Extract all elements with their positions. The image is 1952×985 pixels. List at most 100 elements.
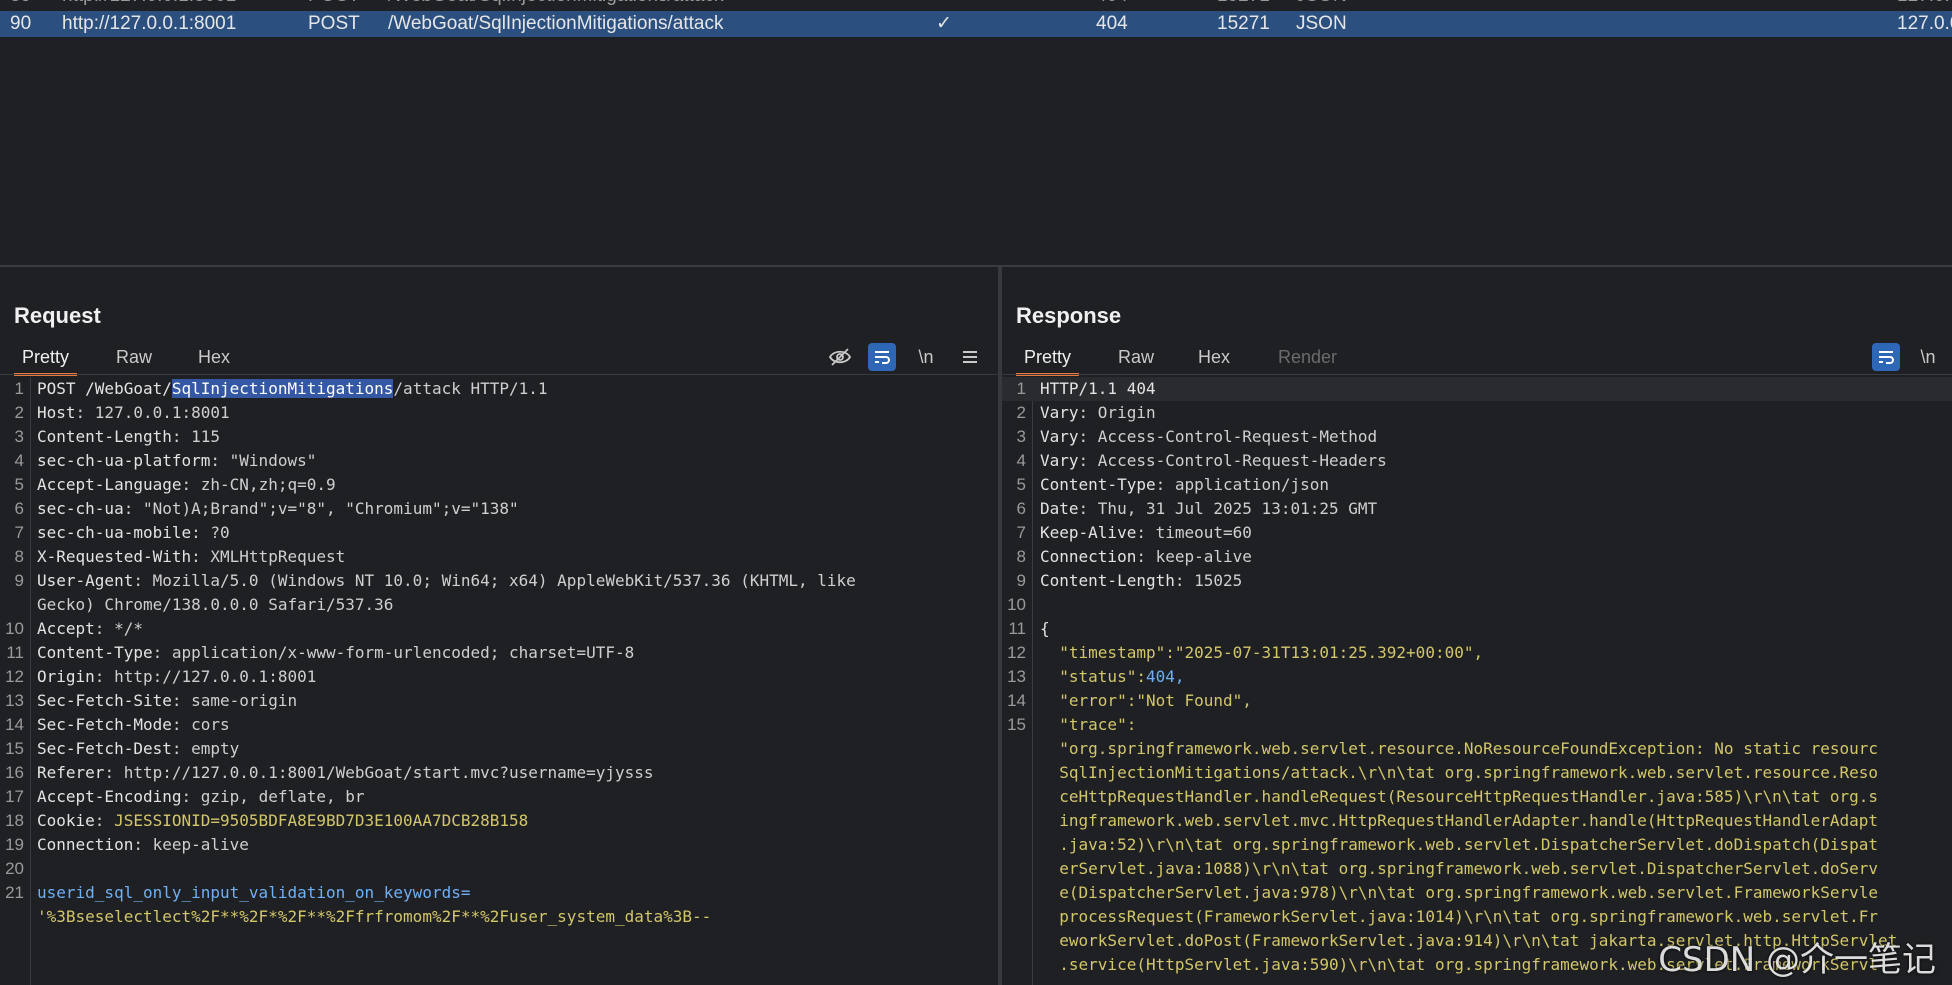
- token: : cors: [171, 715, 230, 734]
- line-number: 20: [5, 859, 24, 878]
- row-mime: JSON: [1296, 0, 1347, 8]
- tab-pretty[interactable]: Pretty: [1016, 341, 1080, 376]
- response-editor[interactable]: 1 HTTP/1.1 404 2 Vary: Origin 3 Vary: Access-…: [1002, 377, 1952, 985]
- token: Connection: [1040, 547, 1137, 566]
- line-text: Content-Length: 15025: [1040, 569, 1242, 593]
- token: Vary: [1040, 403, 1079, 422]
- code-line: 5 Content-Type: application/json: [1002, 473, 1952, 497]
- code-line: 11 Content-Type: application/x-www-form-u…: [0, 641, 998, 665]
- line-text: sec-ch-ua: "Not)A;Brand";v="8", "Chromiu…: [37, 497, 519, 521]
- token: Accept-Language: [37, 475, 182, 494]
- request-title: Request: [14, 303, 101, 328]
- code-line: 4 Vary: Access-Control-Request-Headers: [1002, 449, 1952, 473]
- wrap-icon[interactable]: [868, 343, 896, 371]
- token: : http://127.0.0.1:8001: [94, 667, 317, 686]
- tab-raw[interactable]: Raw: [108, 341, 160, 373]
- code-line: 4 sec-ch-ua-platform: "Windows": [0, 449, 998, 473]
- tab-pretty[interactable]: Pretty: [14, 341, 78, 376]
- code-line: processRequest(FrameworkServlet.java:101…: [1002, 905, 1952, 929]
- code-line: "org.springframework.web.servlet.resourc…: [1002, 737, 1952, 761]
- line-number: 13: [1007, 667, 1026, 686]
- line-text: Cookie: JSESSIONID=9505BDFA8E9BD7D3E100A…: [37, 809, 528, 833]
- token: ceHttpRequestHandler.handleRequest(Resou…: [1059, 787, 1879, 806]
- line-text: sec-ch-ua-mobile: ?0: [37, 521, 230, 545]
- code-line: 10: [1002, 593, 1952, 617]
- token: 404,: [1145, 667, 1185, 686]
- wrap-icon[interactable]: [1872, 343, 1900, 371]
- token: {: [1040, 619, 1050, 638]
- row-method: POST: [308, 13, 360, 34]
- code-line: 9 Content-Length: 15025: [1002, 569, 1952, 593]
- token: Referer: [37, 763, 105, 782]
- newline-toggle[interactable]: \n: [912, 343, 940, 371]
- row-host: http://127.0.0.1:8001: [62, 0, 236, 8]
- token: .java:52)\r\n\tat org.springframework.we…: [1059, 835, 1879, 854]
- token: processRequest(FrameworkServlet.java:101…: [1059, 907, 1879, 926]
- token: : */*: [94, 619, 143, 638]
- tab-raw[interactable]: Raw: [1110, 341, 1162, 373]
- row-mime: JSON: [1296, 13, 1347, 34]
- code-line: erServlet.java:1088)\r\n\tat org.springf…: [1002, 857, 1952, 881]
- line-text: "timestamp":"2025-07-31T13:01:25.392+00:…: [1040, 641, 1483, 665]
- token: : application/json: [1155, 475, 1329, 494]
- token: Connection: [37, 835, 134, 854]
- line-text: Referer: http://127.0.0.1:8001/WebGoat/s…: [37, 761, 654, 785]
- token: "error":"Not Found",: [1059, 691, 1252, 710]
- line-number: 7: [14, 523, 24, 542]
- menu-icon[interactable]: [956, 343, 984, 371]
- tab-render[interactable]: Render: [1270, 341, 1345, 373]
- line-number: 5: [1016, 475, 1026, 494]
- tab-hex[interactable]: Hex: [190, 341, 238, 373]
- token: Origin: [37, 667, 95, 686]
- eye-slash-icon[interactable]: [826, 343, 854, 371]
- line-text: Date: Thu, 31 Jul 2025 13:01:25 GMT: [1040, 497, 1377, 521]
- code-line: 7 Keep-Alive: timeout=60: [1002, 521, 1952, 545]
- token: HTTP/1.1 404: [1040, 379, 1156, 398]
- code-line: 3 Vary: Access-Control-Request-Method: [1002, 425, 1952, 449]
- token: sec-ch-ua: [37, 499, 124, 518]
- token: '%3Bseselectlect%2F**%2F*%2F**%2Ffrfromo…: [37, 907, 712, 926]
- line-text: Host: 127.0.0.1:8001: [37, 401, 230, 425]
- token: : "Windows": [210, 451, 317, 470]
- tab-hex[interactable]: Hex: [1190, 341, 1238, 373]
- row-host: http://127.0.0.1:8001: [62, 13, 237, 34]
- line-number: 2: [14, 403, 24, 422]
- code-line: 6 sec-ch-ua: "Not)A;Brand";v="8", "Chromi…: [0, 497, 998, 521]
- code-line: 14 Sec-Fetch-Mode: cors: [0, 713, 998, 737]
- history-row-selected[interactable]: 90 http://127.0.0.1:8001 POST /WebGoat/S…: [0, 11, 1952, 37]
- code-line: 20: [0, 857, 998, 881]
- line-text: "status":404,: [1040, 665, 1185, 689]
- token: sec-ch-ua-platform: [37, 451, 211, 470]
- line-text: Vary: Access-Control-Request-Method: [1040, 425, 1377, 449]
- line-number: 19: [5, 835, 24, 854]
- request-editor[interactable]: 1 POST /WebGoat/SqlInjectionMitigations/a…: [0, 377, 998, 985]
- row-number: 89: [10, 0, 31, 8]
- newline-toggle[interactable]: \n: [1914, 343, 1942, 371]
- line-text: Accept-Language: zh-CN,zh;q=0.9: [37, 473, 336, 497]
- row-method: POST: [308, 0, 360, 8]
- history-row[interactable]: 89 http://127.0.0.1:8001 POST /WebGoat/S…: [0, 0, 1952, 8]
- line-text: '%3Bseselectlect%2F**%2F*%2F**%2Ffrfromo…: [37, 905, 711, 929]
- token: : keep-alive: [133, 835, 249, 854]
- token: ingframework.web.servlet.mvc.HttpRequest…: [1059, 811, 1879, 830]
- code-line: 11 {: [1002, 617, 1952, 641]
- request-pane: Request Pretty Raw Hex \n 1 POST /WebGoat…: [0, 267, 998, 985]
- line-number: 13: [5, 691, 24, 710]
- code-line: 13 "status":404,: [1002, 665, 1952, 689]
- line-number: 7: [1016, 523, 1026, 542]
- token: Vary: [1040, 451, 1079, 470]
- code-line: 17 Accept-Encoding: gzip, deflate, br: [0, 785, 998, 809]
- code-line: 2 Vary: Origin: [1002, 401, 1952, 425]
- code-line: 5 Accept-Language: zh-CN,zh;q=0.9: [0, 473, 998, 497]
- line-text: Vary: Access-Control-Request-Headers: [1040, 449, 1387, 473]
- token: Host: [37, 403, 76, 422]
- row-status: 404: [1096, 13, 1128, 34]
- token: : 127.0.0.1:8001: [75, 403, 230, 422]
- code-line: 15 "trace":: [1002, 713, 1952, 737]
- line-text: Accept-Encoding: gzip, deflate, br: [37, 785, 365, 809]
- line-number: 14: [5, 715, 24, 734]
- token: sec-ch-ua-mobile: [37, 523, 192, 542]
